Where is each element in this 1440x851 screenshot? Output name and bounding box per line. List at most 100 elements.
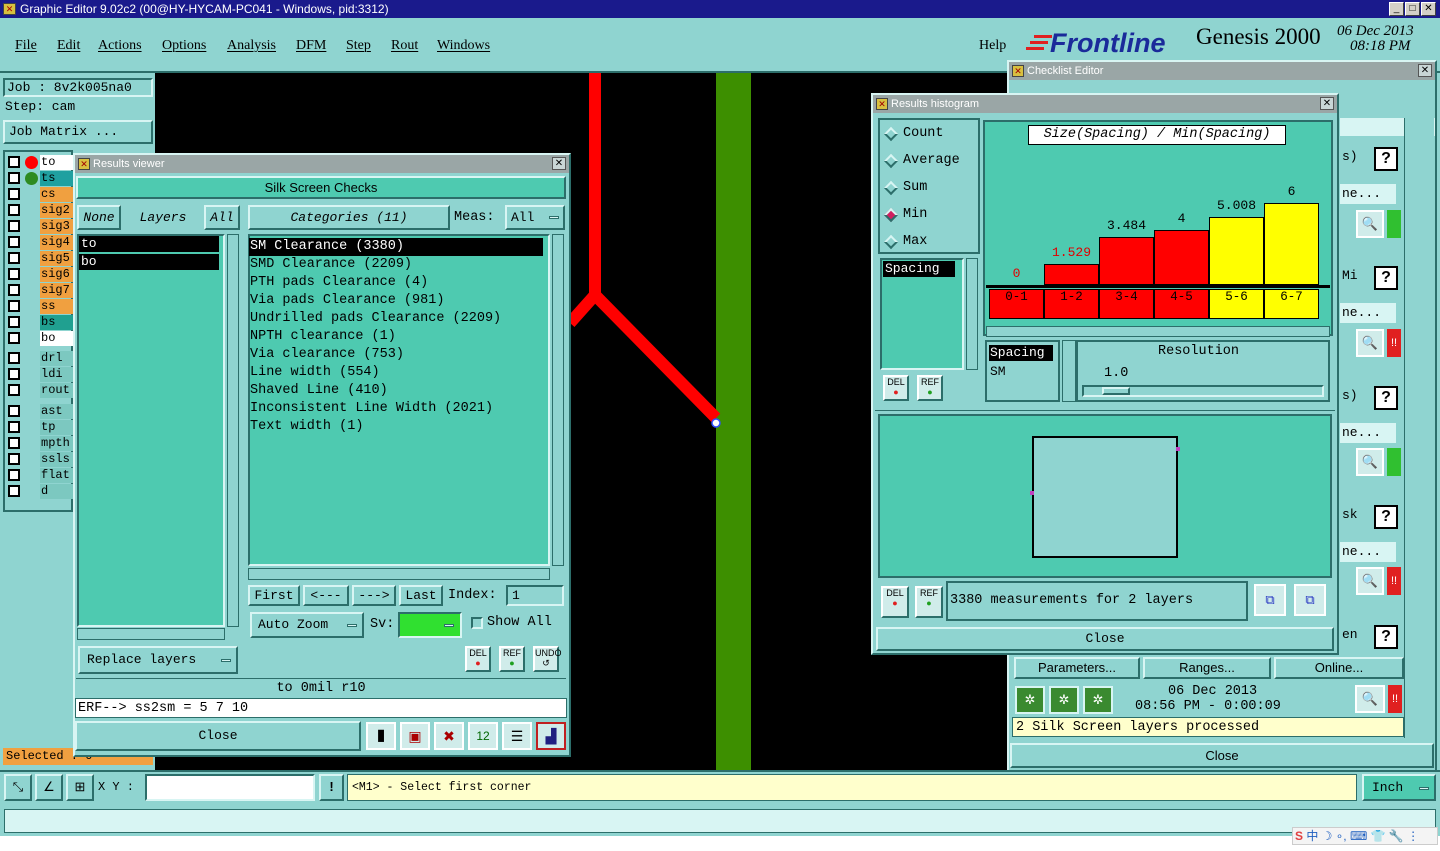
close-window-button[interactable]: ✕ [1421,2,1436,16]
layer-list-item-bo[interactable]: bo [79,254,219,270]
layer-checkbox[interactable] [8,421,20,433]
layer-row-flat[interactable]: flat [8,468,78,483]
counter-icon[interactable]: 12 [468,722,498,750]
layer-icon[interactable]: ▣ [400,722,430,750]
menu-step[interactable]: Step [346,38,371,54]
category-label[interactable]: 3-4 [1099,289,1154,319]
first-button[interactable]: First [248,585,300,606]
category-item[interactable]: SMD Clearance (2209) [249,256,543,274]
layer-row-rout[interactable]: rout [8,383,78,398]
menu-file[interactable]: File [15,38,37,54]
category-label[interactable]: 5-6 [1209,289,1264,319]
histogram-icon[interactable]: ▟ [536,722,566,750]
measure-icon[interactable]: ∠ [35,774,63,801]
layer-checkbox[interactable] [8,188,20,200]
import-icon[interactable]: ⧉ [1294,584,1326,616]
layer-row-drl[interactable]: drl [8,351,78,366]
layer-checkbox[interactable] [8,172,20,184]
layer-checkbox[interactable] [8,220,20,232]
categories-scrollbar[interactable] [552,234,564,566]
run-selected-icon[interactable]: ✲ [1083,686,1113,714]
zoom-fit-icon[interactable]: ⤡ [4,774,32,801]
layer-row-bo[interactable]: bo [8,331,78,346]
layer-row-sig4[interactable]: sig4 [8,235,78,250]
layer-checkbox[interactable] [8,453,20,465]
layers-none-button[interactable]: None [77,205,121,230]
show-all-checkbox[interactable] [471,617,483,629]
ranges-button[interactable]: Ranges... [1143,657,1271,679]
histogram-close-icon[interactable]: ✕ [1320,97,1334,110]
menu-edit[interactable]: Edit [57,38,80,54]
auto-zoom-dropdown[interactable]: Auto Zoom [250,612,364,638]
zoom-icon[interactable]: 🔍 [1356,210,1384,238]
layer-checkbox[interactable] [8,204,20,216]
meas-dropdown[interactable]: All [505,205,565,230]
checklist-scrollbar[interactable] [1404,118,1434,738]
parameters-button[interactable]: Parameters... [1014,657,1140,679]
menu-help[interactable]: Help [979,38,1006,54]
menu-analysis[interactable]: Analysis [227,38,276,54]
measure-list-item-spacing[interactable]: Spacing [883,261,955,277]
layer-row-ssls[interactable]: ssls [8,452,78,467]
layer-checkbox[interactable] [8,236,20,248]
layers-hscrollbar[interactable] [77,628,225,640]
category-label[interactable]: 4-5 [1154,289,1209,319]
category-item[interactable]: Via clearance (753) [249,346,543,364]
layer-checkbox[interactable] [8,284,20,296]
zoom-icon[interactable]: 🔍 [1356,448,1384,476]
category-label[interactable]: 1-2 [1044,289,1099,319]
category-item[interactable]: Text width (1) [249,418,543,436]
ime-toolbar[interactable]: S 中 ☽ ∘, ⌨ 👕 🔧 ⋮ [1292,827,1438,845]
category-label[interactable]: 0-1 [989,289,1044,319]
category-label[interactable]: 6-7 [1264,289,1319,319]
checklist-item-label[interactable]: ne... [1340,423,1396,443]
zoom-icon[interactable]: 🔍 [1356,567,1384,595]
category-item[interactable]: SM Clearance (3380) [249,238,543,256]
hist-ref-icon[interactable]: REF ● [917,375,943,401]
layer-checkbox[interactable] [8,352,20,364]
maximize-button[interactable]: □ [1405,2,1420,16]
next-button[interactable]: ---> [352,585,396,606]
measure-scrollbar[interactable] [966,258,978,370]
category-item[interactable]: Undrilled pads Clearance (2209) [249,310,543,328]
layer-checkbox[interactable] [8,268,20,280]
layer-checkbox[interactable] [8,405,20,417]
export-icon[interactable]: ⧉ [1254,584,1286,616]
histogram-bar[interactable] [1099,237,1154,285]
category-item[interactable]: Inconsistent Line Width (2021) [249,400,543,418]
category-item[interactable]: PTH pads Clearance (4) [249,274,543,292]
histogram-close-button[interactable]: Close [876,627,1334,651]
layer-list-item-to[interactable]: to [79,236,219,252]
minimize-button[interactable]: _ [1389,2,1404,16]
help-icon[interactable]: ? [1374,386,1398,410]
run-icon[interactable]: ✲ [1015,686,1045,714]
layer-row-ast[interactable]: ast [8,404,78,419]
ref-icon[interactable]: REF ● [499,646,525,672]
category-item[interactable]: Shaved Line (410) [249,382,543,400]
layer-row-sig6[interactable]: sig6 [8,267,78,282]
sv-color-dropdown[interactable] [398,612,462,638]
zoom-icon[interactable]: 🔍 [1356,329,1384,357]
menu-dfm[interactable]: DFM [296,38,326,54]
category-item[interactable]: Via pads Clearance (981) [249,292,543,310]
layer-row-to[interactable]: to [8,155,78,170]
layer-row-ldi[interactable]: ldi [8,367,78,382]
layers-scrollbar[interactable] [227,234,239,627]
results-viewer-close-button[interactable]: Close [75,721,361,751]
resolution-slider[interactable] [1082,385,1324,397]
layer-checkbox[interactable] [8,156,20,168]
zoom-icon[interactable]: 🔍 [1355,685,1385,713]
resolution-slider-thumb[interactable] [1102,387,1130,395]
hist-del-icon[interactable]: DEL ● [883,375,909,401]
layer-checkbox[interactable] [8,368,20,380]
replace-layers-dropdown[interactable]: Replace layers [78,646,238,674]
layer-color-icon[interactable] [25,172,38,185]
help-icon[interactable]: ? [1374,625,1398,649]
run-all-icon[interactable]: ✲ [1049,686,1079,714]
results-viewer-close-icon[interactable]: ✕ [552,157,566,170]
alert-icon[interactable]: ! [319,774,344,801]
layer-row-tp[interactable]: tp [8,420,78,435]
histogram-bar[interactable] [1044,264,1099,285]
help-icon[interactable]: ? [1374,505,1398,529]
category-item[interactable]: NPTH clearance (1) [249,328,543,346]
